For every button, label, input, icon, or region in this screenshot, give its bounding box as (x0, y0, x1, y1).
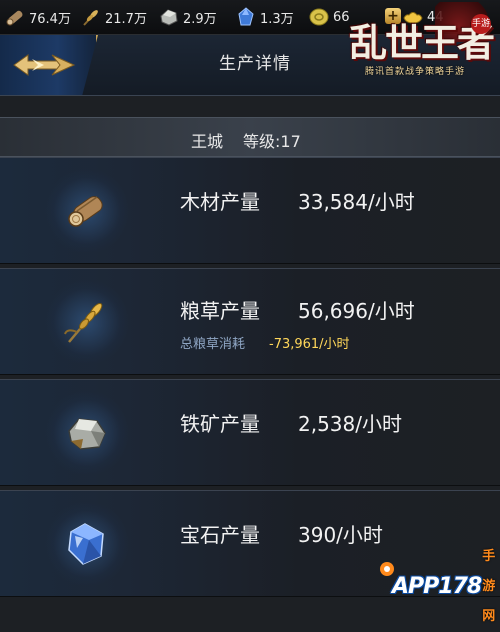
gem-icon (238, 7, 254, 26)
gem-production-label: 宝石产量 (180, 523, 260, 547)
iron-production-label: 铁矿产量 (180, 412, 260, 436)
iron-ore-icon (160, 9, 178, 26)
gem-amount: 1.3万 (260, 11, 294, 27)
wood-production-label: 木材产量 (180, 190, 260, 214)
iron-ore-icon (68, 418, 106, 450)
watermark-text: APP178 (392, 574, 482, 599)
grain-consumption-value: -73,961/小时 (269, 337, 350, 352)
page-title: 生产详情 (219, 54, 291, 74)
production-row-grain: 粮草产量 56,696/小时 总粮草消耗 -73,961/小时 (0, 268, 500, 375)
production-row-iron: 铁矿产量 2,538/小时 (0, 379, 500, 486)
resource-gem[interactable]: 1.3万 (235, 6, 294, 28)
grain-production-rate: 56,696/小时 (298, 299, 415, 323)
gem-icon-frame (44, 501, 130, 587)
resource-wood[interactable]: 76.4万 (4, 6, 71, 28)
logo-subtitle: 腾讯首款战争策略手游 (365, 67, 466, 77)
resource-grain[interactable]: 21.7万 (80, 6, 147, 28)
game-logo: 乱世王者 手游 腾讯首款战争策略手游 (335, 0, 500, 92)
wheat-icon (64, 302, 103, 343)
wood-production-rate: 33,584/小时 (298, 190, 415, 214)
iron-icon-frame (44, 390, 130, 476)
city-info-bar: 王城 等级:17 (0, 117, 500, 157)
watermark-suffix: 手游网 (482, 549, 496, 624)
gem-production-rate: 390/小时 (298, 523, 383, 547)
iron-production-rate: 2,538/小时 (298, 412, 402, 436)
wood-icon-frame (44, 168, 130, 254)
grain-amount: 21.7万 (105, 11, 147, 27)
wheat-icon (83, 10, 98, 26)
coin-icon (309, 8, 329, 26)
iron-amount: 2.9万 (183, 11, 217, 27)
grain-icon-frame (44, 279, 130, 365)
city-name: 王城 (191, 132, 224, 151)
production-row-wood: 木材产量 33,584/小时 (0, 157, 500, 264)
gem-icon (68, 523, 104, 565)
resource-iron[interactable]: 2.9万 (158, 6, 217, 28)
city-level: 等级:17 (243, 132, 301, 151)
wood-log-icon (6, 10, 23, 26)
grain-production-label: 粮草产量 (180, 299, 260, 323)
back-arrow-icon (13, 54, 76, 76)
watermark-logo-icon (380, 562, 394, 576)
logo-badge: 手游 (471, 14, 491, 34)
wood-amount: 76.4万 (29, 11, 71, 27)
wood-log-icon (68, 196, 103, 227)
back-button[interactable] (0, 35, 98, 95)
grain-consumption-label: 总粮草消耗 (180, 337, 246, 352)
watermark: APP178 手游网 (380, 549, 500, 624)
